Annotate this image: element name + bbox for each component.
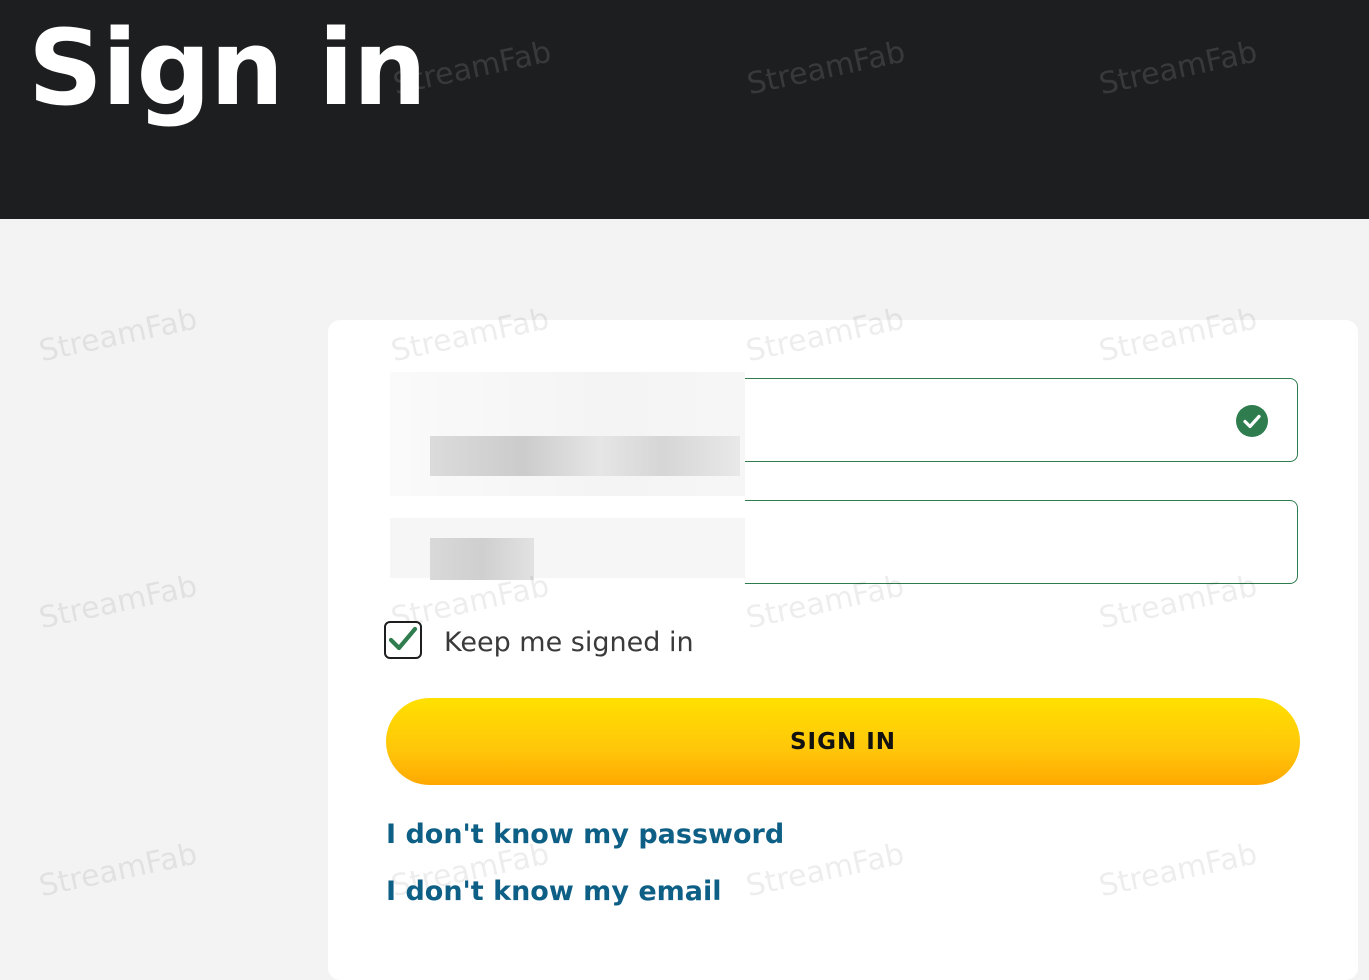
watermark: StreamFab <box>36 836 201 905</box>
redacted-email-value <box>430 436 740 476</box>
watermark: StreamFab <box>744 34 909 103</box>
redacted-credentials <box>355 350 745 586</box>
checkmark-icon <box>388 626 418 651</box>
redacted-password-value <box>430 538 534 580</box>
sign-in-button[interactable]: SIGN IN <box>386 698 1300 785</box>
keep-signed-in-checkbox[interactable] <box>384 621 422 659</box>
page-header: Sign in StreamFab StreamFab StreamFab <box>0 0 1369 219</box>
keep-signed-in-label[interactable]: Keep me signed in <box>444 626 694 660</box>
check-circle-icon <box>1236 405 1268 437</box>
forgot-password-link[interactable]: I don't know my password <box>386 818 784 852</box>
redacted-email-label <box>390 372 745 496</box>
page-title: Sign in <box>28 7 427 129</box>
forgot-email-link[interactable]: I don't know my email <box>386 875 722 909</box>
watermark: StreamFab <box>1096 34 1261 103</box>
watermark: StreamFab <box>36 301 201 370</box>
watermark: StreamFab <box>36 568 201 637</box>
